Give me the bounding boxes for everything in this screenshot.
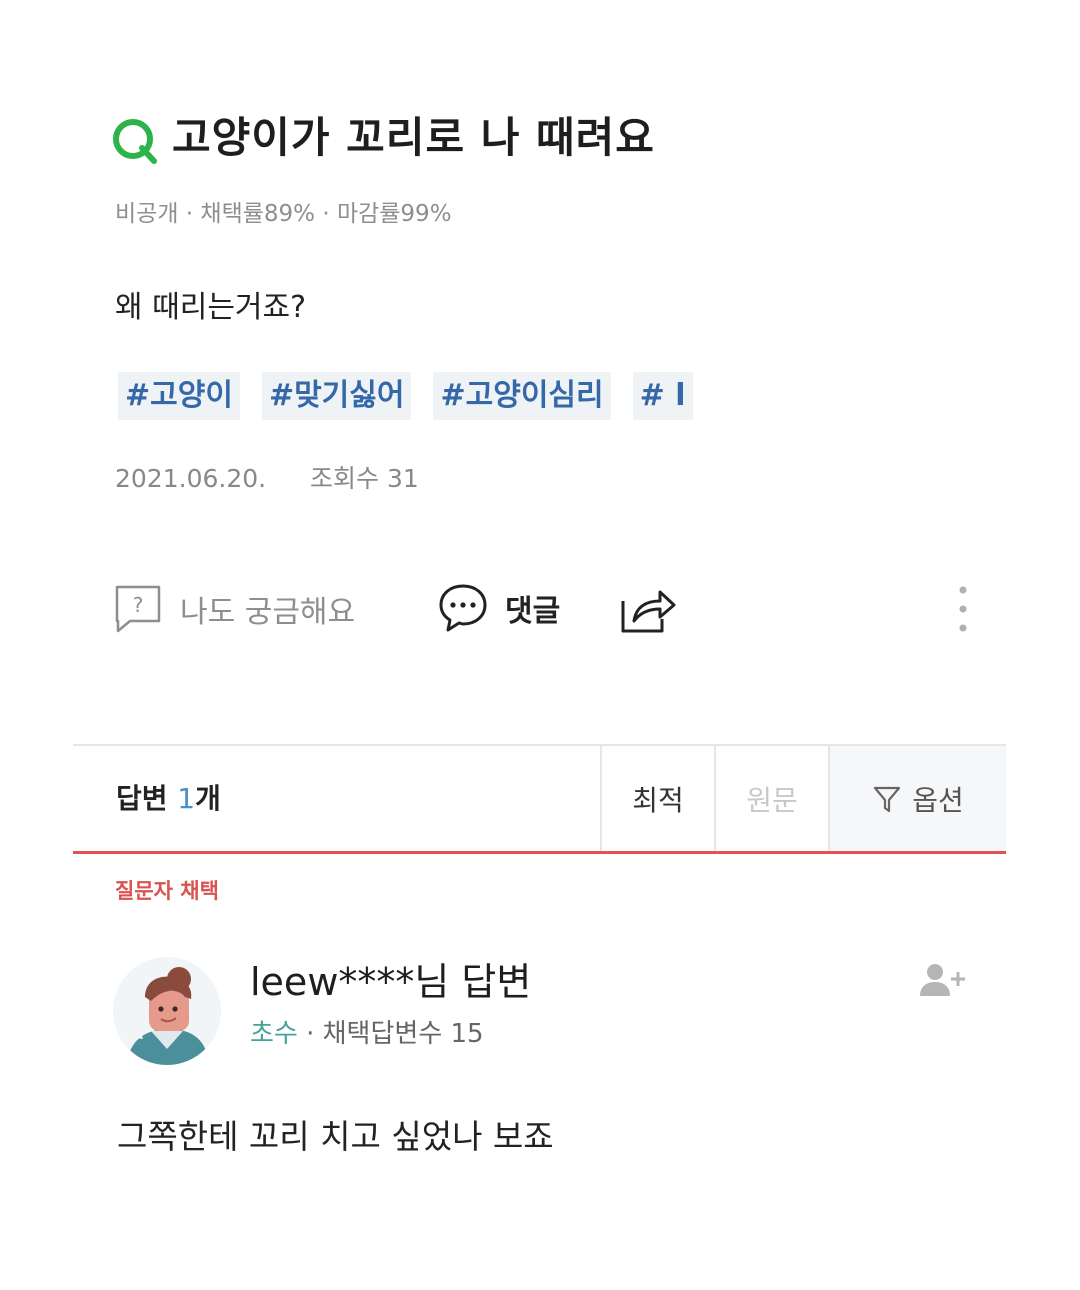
avatar-illustration xyxy=(113,957,221,1065)
question-meta: 비공개 · 채택률89% · 마감률99% xyxy=(115,201,452,227)
answerer-level: 초수 xyxy=(250,1019,298,1049)
tag-list: #고양이 #맞기싫어 #고양이심리 # l xyxy=(118,372,693,420)
question-title: 고양이가 꼬리로 나 때려요 xyxy=(172,113,655,162)
comment-button[interactable]: 댓글 xyxy=(437,582,560,634)
chosen-badge: 질문자 채택 xyxy=(115,879,219,903)
svg-text:?: ? xyxy=(133,593,144,617)
user-avatar[interactable] xyxy=(113,957,221,1065)
sort-best-label: 최적 xyxy=(632,783,684,817)
tag-link[interactable]: #맞기싫어 xyxy=(261,372,412,420)
options-button[interactable]: 옵션 xyxy=(828,746,1006,851)
more-vertical-icon[interactable] xyxy=(950,584,976,634)
adopted-answer-count: · 채택답변수 15 xyxy=(297,1019,484,1049)
options-label: 옵션 xyxy=(912,783,964,817)
answer-count: 답변 1개 xyxy=(116,780,221,818)
answer-count-suffix: 개 xyxy=(195,782,221,815)
answer-count-number: 1 xyxy=(177,782,196,815)
answer-body: 그쪽한테 꼬리 치고 싶었나 보죠 xyxy=(117,1117,554,1156)
question-box-icon: ? xyxy=(115,585,161,633)
question-q-icon xyxy=(113,119,157,164)
share-icon[interactable] xyxy=(618,583,678,635)
sort-best-tab[interactable]: 최적 xyxy=(600,746,714,851)
answerer-name[interactable]: leew****님 답변 xyxy=(250,958,531,1006)
curious-button[interactable]: ? 나도 궁금해요 xyxy=(114,584,355,634)
filter-icon xyxy=(874,786,901,812)
speech-bubble-icon xyxy=(439,584,487,632)
answer-count-prefix: 답변 xyxy=(116,782,178,815)
view-count: 조회수 31 xyxy=(310,464,419,493)
tag-link[interactable]: #고양이 xyxy=(118,372,240,420)
comment-label: 댓글 xyxy=(505,594,561,629)
question-body: 왜 때리는거죠? xyxy=(115,290,307,325)
tag-link[interactable]: # l xyxy=(632,372,693,420)
add-user-icon[interactable] xyxy=(918,962,970,998)
answerer-meta: 초수 · 채택답변수 15 xyxy=(250,1016,484,1052)
curious-label: 나도 궁금해요 xyxy=(180,595,356,630)
question-date: 2021.06.20. xyxy=(115,464,267,493)
sort-original-label: 원문 xyxy=(746,783,798,817)
sort-original-tab[interactable]: 원문 xyxy=(714,746,828,851)
tag-link[interactable]: #고양이심리 xyxy=(433,372,611,420)
